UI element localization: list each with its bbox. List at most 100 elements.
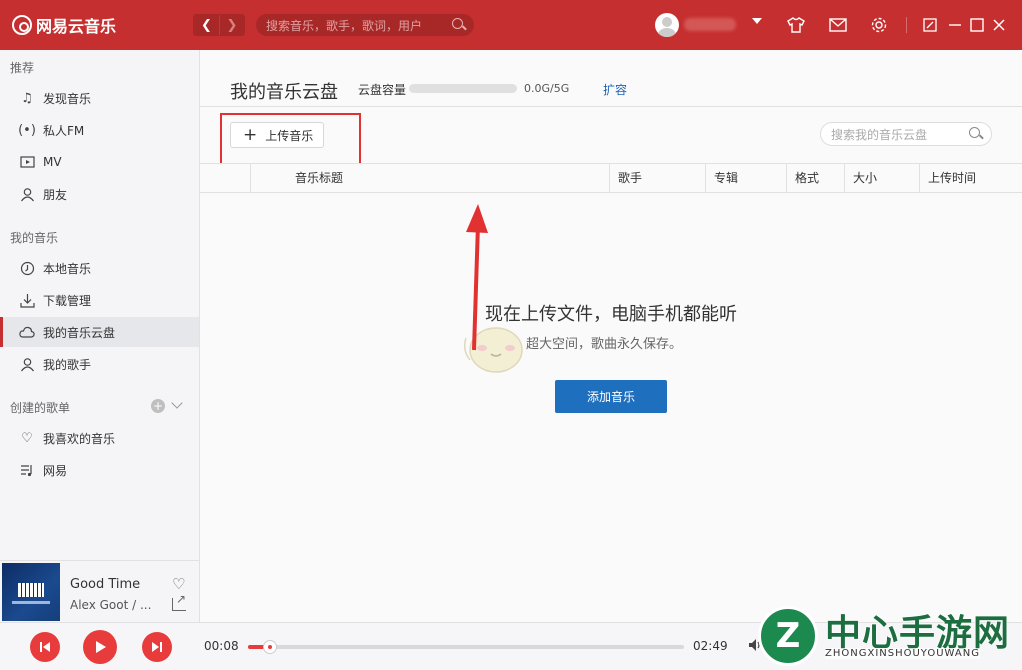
sidebar-item-label: 我的音乐云盘	[43, 325, 116, 340]
cloud-search-input[interactable]: 搜索我的音乐云盘	[820, 122, 992, 146]
forward-button[interactable]: ❯	[218, 15, 244, 35]
sidebar-item-label: MV	[43, 155, 62, 169]
mail-icon[interactable]	[828, 15, 848, 35]
video-icon	[18, 154, 36, 170]
annotation-highlight-box	[220, 113, 361, 165]
share-icon[interactable]	[172, 592, 186, 611]
page-title: 我的音乐云盘	[230, 82, 338, 103]
expand-capacity-link[interactable]: 扩容	[603, 81, 627, 98]
song-artist[interactable]: Alex Goot / ...	[70, 598, 151, 612]
cloud-icon	[18, 324, 36, 340]
maximize-icon[interactable]	[967, 15, 987, 35]
like-heart-icon[interactable]: ♡	[172, 575, 185, 593]
column-album[interactable]: 专辑	[705, 164, 786, 192]
caret-down-icon[interactable]	[752, 18, 762, 24]
site-watermark: Z 中心手游网 ZHONGXINSHOUYOUWANG	[755, 602, 1022, 670]
sidebar: 推荐 ♫ 发现音乐 (•) 私人FM MV 朋友 我的音乐 本地音乐 下载管理	[0, 50, 200, 560]
radio-icon: (•)	[18, 122, 36, 138]
cover-caption	[12, 601, 50, 604]
singer-icon	[18, 356, 36, 372]
sidebar-item-discover[interactable]: ♫ 发现音乐	[0, 83, 199, 113]
play-icon	[96, 641, 106, 653]
add-music-button[interactable]: 添加音乐	[555, 380, 667, 413]
back-button[interactable]: ❮	[194, 15, 219, 35]
history-nav: ❮ ❯	[193, 14, 245, 36]
total-time: 02:49	[693, 639, 728, 653]
section-title-recommend: 推荐	[10, 61, 35, 75]
sidebar-item-playlist-netease[interactable]: 网易	[0, 455, 199, 485]
skin-icon[interactable]	[786, 15, 806, 35]
local-music-icon	[18, 260, 36, 276]
sidebar-item-downloads[interactable]: 下载管理	[0, 285, 199, 315]
sidebar-item-label: 下载管理	[43, 293, 92, 308]
column-title[interactable]: 音乐标题	[250, 164, 609, 192]
add-playlist-icon[interactable]: +	[151, 399, 165, 413]
section-title-created-playlists: 创建的歌单	[10, 401, 71, 415]
close-icon[interactable]	[989, 15, 1009, 35]
next-icon	[152, 642, 162, 652]
song-title[interactable]: Good Time	[70, 577, 140, 592]
avatar[interactable]	[655, 13, 679, 37]
current-time: 00:08	[204, 639, 239, 653]
netease-logo-icon	[12, 15, 32, 35]
capacity-value: 0.0G/5G	[524, 82, 570, 95]
sidebar-item-label: 我的歌手	[43, 357, 92, 372]
now-playing-panel: Good Time Alex Goot / ... ♡	[0, 560, 200, 622]
sidebar-item-label: 朋友	[43, 187, 68, 202]
sidebar-item-singers[interactable]: 我的歌手	[0, 349, 199, 379]
progress-thumb[interactable]	[262, 640, 277, 654]
empty-state-title: 现在上传文件，电脑手机都能听	[485, 304, 737, 325]
previous-icon	[40, 642, 50, 652]
cloud-search-placeholder: 搜索我的音乐云盘	[831, 127, 928, 142]
previous-button[interactable]	[30, 632, 60, 662]
column-format[interactable]: 格式	[786, 164, 844, 192]
progress-bar[interactable]	[248, 640, 684, 654]
search-icon[interactable]	[969, 127, 983, 141]
column-upload-time[interactable]: 上传时间	[919, 164, 1022, 192]
playlist-icon	[18, 462, 36, 478]
section-title-my-music: 我的音乐	[10, 231, 59, 245]
capacity-label: 云盘容量	[358, 83, 407, 97]
sidebar-item-fm[interactable]: (•) 私人FM	[0, 115, 199, 145]
sidebar-item-liked-music[interactable]: ♡ 我喜欢的音乐	[0, 423, 199, 453]
sidebar-item-local-music[interactable]: 本地音乐	[0, 253, 199, 283]
titlebar-divider	[906, 17, 907, 33]
sidebar-item-label: 私人FM	[43, 123, 85, 138]
sidebar-item-cloud[interactable]: 我的音乐云盘	[0, 317, 199, 347]
column-artist[interactable]: 歌手	[609, 164, 705, 192]
chevron-right-icon: ❯	[226, 17, 238, 33]
header-divider	[200, 106, 1022, 107]
global-search-placeholder: 搜索音乐，歌手，歌词，用户	[266, 18, 423, 33]
sidebar-item-mv[interactable]: MV	[0, 147, 199, 177]
search-icon[interactable]	[452, 18, 466, 32]
watermark-subtext: ZHONGXINSHOUYOUWANG	[825, 648, 980, 659]
column-size[interactable]: 大小	[844, 164, 919, 192]
main-content: 我的音乐云盘 云盘容量 0.0G/5G 扩容 + 上传音乐 搜索我的音乐云盘 音…	[200, 50, 1022, 622]
play-button[interactable]	[83, 630, 117, 664]
sidebar-item-label: 本地音乐	[43, 261, 92, 276]
app-name: 网易云音乐	[36, 17, 117, 36]
app-logo[interactable]: 网易云音乐	[12, 13, 116, 37]
chevron-down-icon[interactable]	[171, 397, 183, 409]
sidebar-item-label: 网易	[43, 463, 68, 478]
download-icon	[18, 292, 36, 308]
global-search-input[interactable]: 搜索音乐，歌手，歌词，用户	[256, 14, 474, 36]
friends-icon	[18, 186, 36, 202]
username-redacted[interactable]	[684, 18, 736, 31]
sidebar-item-label: 我喜欢的音乐	[43, 431, 116, 446]
capacity-bar	[409, 84, 517, 93]
album-cover[interactable]	[2, 563, 60, 621]
watermark-badge: Z	[758, 606, 818, 666]
annotation-arrow	[466, 204, 488, 351]
heart-icon: ♡	[21, 430, 33, 446]
sidebar-item-label: 发现音乐	[43, 91, 92, 106]
empty-state-subtitle: 超大空间，歌曲永久保存。	[526, 337, 683, 352]
table-header: 音乐标题 歌手 专辑 格式 大小 上传时间	[200, 163, 1022, 193]
sidebar-item-friends[interactable]: 朋友	[0, 179, 199, 209]
title-bar: 网易云音乐 ❮ ❯ 搜索音乐，歌手，歌词，用户	[0, 0, 1022, 50]
minimize-icon[interactable]	[945, 15, 965, 35]
gear-icon[interactable]	[869, 15, 889, 35]
piano-keys-art	[18, 583, 44, 597]
next-button[interactable]	[142, 632, 172, 662]
mini-mode-icon[interactable]	[920, 15, 940, 35]
